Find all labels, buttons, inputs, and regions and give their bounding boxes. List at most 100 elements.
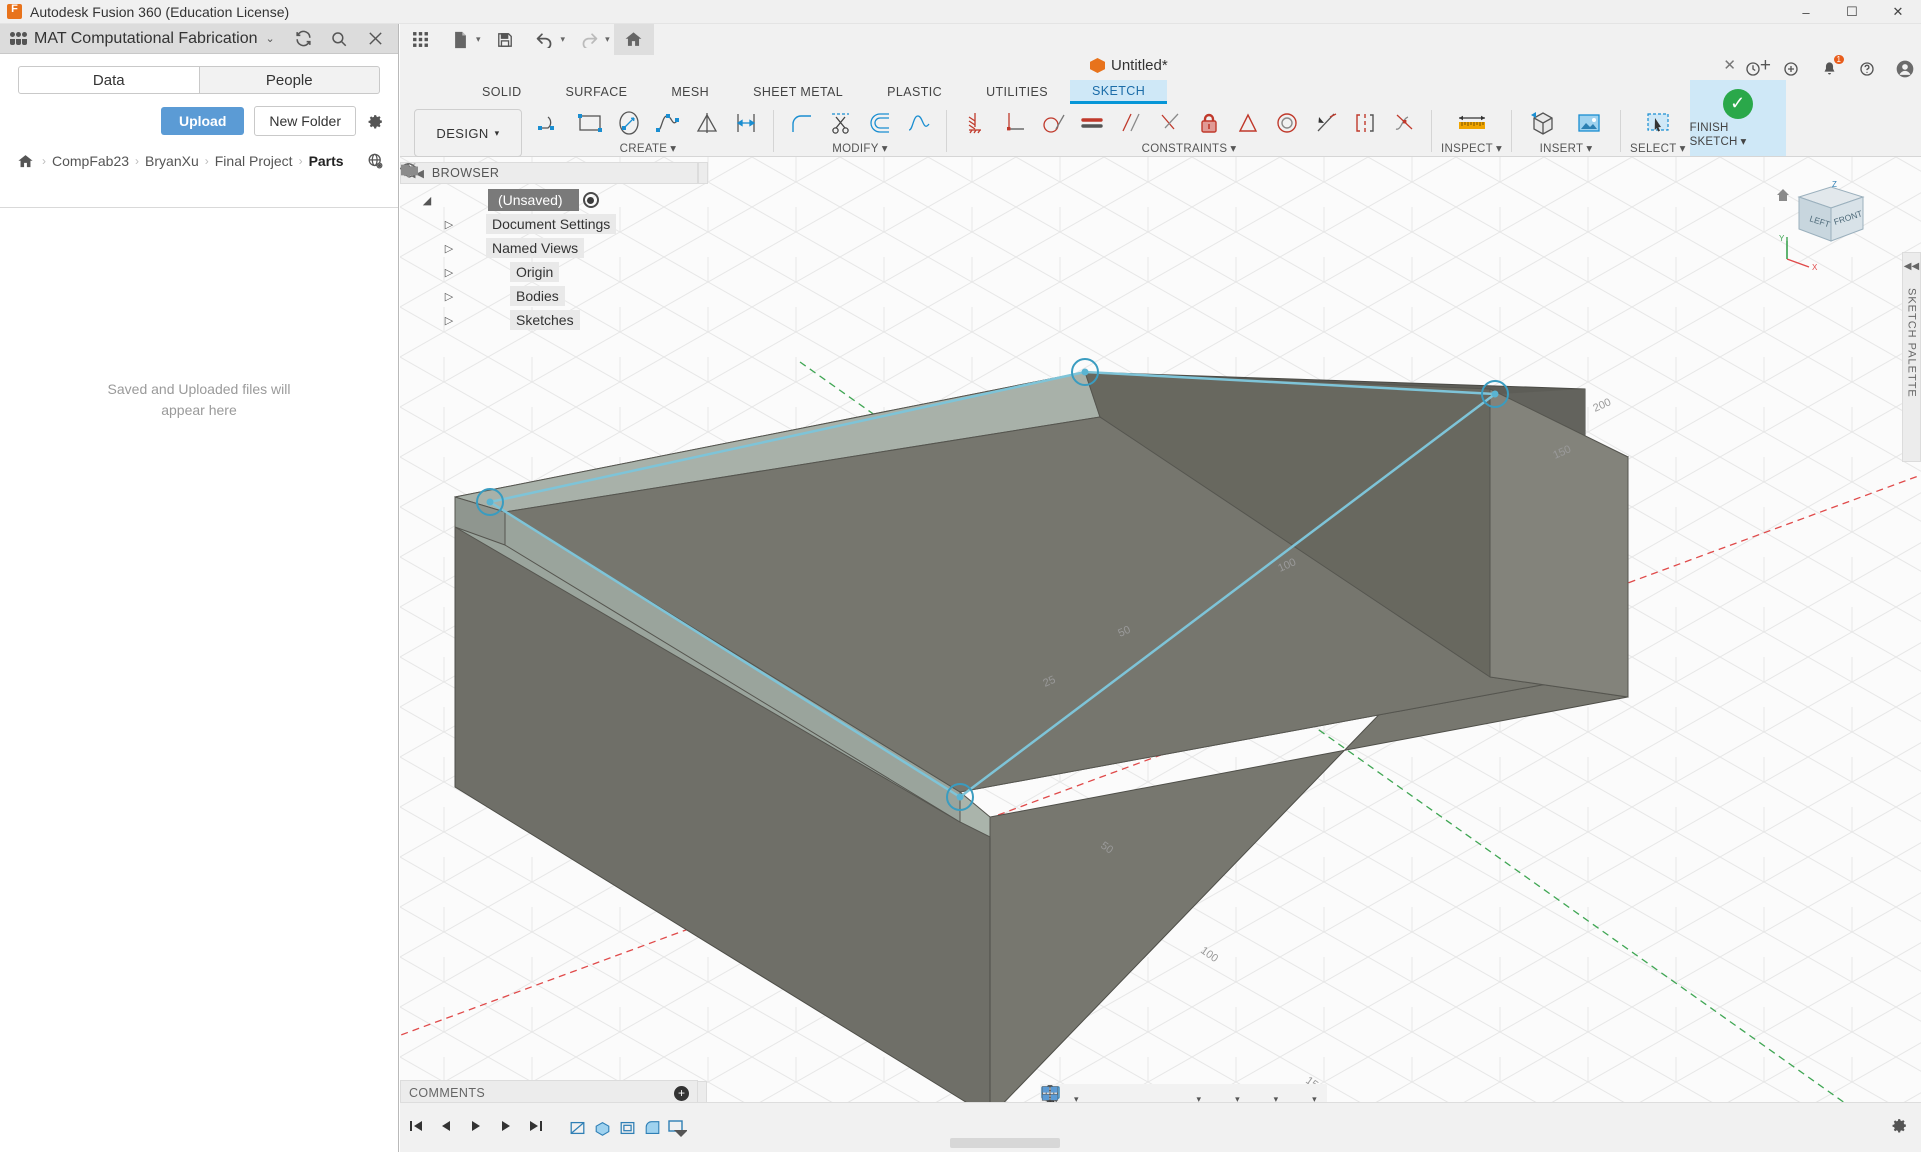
activate-component-toggle[interactable] — [583, 192, 599, 208]
timeline-scroll-track[interactable] — [950, 1138, 1060, 1148]
breadcrumb-item-bryanxu[interactable]: BryanXu — [145, 153, 199, 169]
shell-feature-icon[interactable] — [616, 1117, 638, 1139]
plus-circle-icon[interactable]: + — [674, 1086, 689, 1101]
symmetry-icon[interactable] — [1346, 105, 1383, 141]
new-file-button[interactable] — [440, 24, 480, 55]
play-icon[interactable] — [468, 1118, 484, 1138]
expander-icon[interactable]: ▷ — [438, 314, 460, 327]
curvature-icon[interactable] — [900, 105, 937, 141]
browser-node-bodies[interactable]: ▷ Bodies — [400, 284, 698, 308]
midpoint-icon[interactable] — [1229, 105, 1266, 141]
group-label-constraints[interactable]: CONSTRAINTS▾ — [1142, 141, 1237, 155]
sketch-palette-tab[interactable]: ◀◀ SKETCH PALETTE — [1902, 252, 1921, 462]
browser-node-named-views[interactable]: ▷ Named Views — [400, 236, 698, 260]
mirror-icon[interactable] — [688, 105, 725, 141]
show-data-panel-button[interactable] — [400, 24, 440, 55]
active-sketch-icon[interactable] — [666, 1117, 688, 1139]
group-label-create[interactable]: CREATE▾ — [620, 141, 677, 155]
curvature-constraint-icon[interactable] — [1385, 105, 1422, 141]
chevron-down-icon[interactable]: ⌄ — [266, 32, 275, 45]
dimension-icon[interactable] — [727, 105, 764, 141]
home-button[interactable] — [614, 24, 654, 55]
line-icon[interactable] — [532, 105, 569, 141]
expander-icon[interactable]: ▷ — [438, 266, 460, 279]
upload-button[interactable]: Upload — [161, 107, 244, 135]
ribbon-tab-sheet-metal[interactable]: SHEET METAL — [731, 80, 865, 104]
undo-button[interactable] — [525, 24, 565, 55]
tab-people[interactable]: People — [200, 66, 381, 94]
help-icon[interactable] — [1856, 58, 1878, 80]
browser-node-origin[interactable]: ▷ Origin — [400, 260, 698, 284]
insert-image-icon[interactable] — [1567, 105, 1611, 141]
sketch-feature-icon[interactable] — [566, 1117, 588, 1139]
new-folder-button[interactable]: New Folder — [254, 106, 356, 136]
ribbon-tab-plastic[interactable]: PLASTIC — [865, 80, 964, 104]
gear-icon[interactable] — [366, 111, 386, 131]
globe-icon[interactable] — [364, 150, 386, 172]
select-window-icon[interactable] — [1636, 105, 1680, 141]
ribbon-tab-surface[interactable]: SURFACE — [544, 80, 650, 104]
finish-sketch-button[interactable]: ✓ FINISH SKETCH▾ — [1690, 80, 1786, 156]
save-button[interactable] — [485, 24, 525, 55]
redo-button[interactable] — [569, 24, 609, 55]
spline-icon[interactable] — [649, 105, 686, 141]
3d-viewport[interactable]: 150 100 50 25 50 100 150 200 ◀◀ BROWSER — [400, 157, 1921, 1152]
coincident-icon[interactable] — [1307, 105, 1344, 141]
expander-icon[interactable]: ▷ — [438, 290, 460, 303]
fix-lock-icon[interactable] — [1190, 105, 1227, 141]
breadcrumb-item-final-project[interactable]: Final Project — [215, 153, 293, 169]
skip-start-icon[interactable] — [408, 1118, 424, 1138]
timeline-settings-gear-icon[interactable] — [1890, 1116, 1909, 1139]
ribbon-tab-solid[interactable]: SOLID — [460, 80, 544, 104]
parallel-icon[interactable] — [1112, 105, 1149, 141]
tab-data[interactable]: Data — [18, 66, 200, 94]
group-label-modify[interactable]: MODIFY▾ — [832, 141, 888, 155]
offset-icon[interactable] — [861, 105, 898, 141]
close-window-button[interactable]: ✕ — [1875, 0, 1921, 24]
step-back-icon[interactable] — [438, 1118, 454, 1138]
maximize-button[interactable]: ☐ — [1829, 0, 1875, 24]
job-status-icon[interactable] — [1742, 58, 1764, 80]
horizontal-vertical-icon[interactable] — [956, 105, 993, 141]
expander-icon[interactable]: ▷ — [438, 218, 460, 231]
insert-derive-icon[interactable] — [1521, 105, 1565, 141]
document-tab[interactable]: Untitled* — [1090, 57, 1168, 74]
trim-icon[interactable] — [822, 105, 859, 141]
close-data-panel-icon[interactable] — [364, 28, 386, 50]
group-label-select[interactable]: SELECT▾ — [1630, 141, 1686, 155]
refresh-icon[interactable] — [292, 28, 314, 50]
search-icon[interactable] — [328, 28, 350, 50]
view-cube[interactable]: LEFT FRONT Y X Z — [1769, 179, 1879, 279]
browser-node-sketches[interactable]: ▷ Sketches — [400, 308, 698, 332]
home-icon[interactable] — [14, 150, 36, 172]
ribbon-tab-mesh[interactable]: MESH — [649, 80, 731, 104]
account-icon[interactable] — [1894, 58, 1916, 80]
collapse-right-icon[interactable]: ◀◀ — [1904, 261, 1919, 272]
ribbon-tab-sketch[interactable]: SKETCH — [1070, 80, 1167, 104]
group-label-inspect[interactable]: INSPECT▾ — [1441, 141, 1502, 155]
fillet-icon[interactable] — [783, 105, 820, 141]
extrude-feature-icon[interactable] — [591, 1117, 613, 1139]
bell-icon[interactable]: 1 — [1818, 58, 1840, 80]
collinear-icon[interactable] — [1151, 105, 1188, 141]
fillet-feature-icon[interactable] — [641, 1117, 663, 1139]
minimize-button[interactable]: – — [1783, 0, 1829, 24]
workspace-selector[interactable]: DESIGN ▾ — [414, 109, 522, 157]
breadcrumb-item-parts[interactable]: Parts — [309, 153, 344, 169]
step-forward-icon[interactable] — [498, 1118, 514, 1138]
browser-node-document-settings[interactable]: ▷ Document Settings — [400, 212, 698, 236]
hub-name[interactable]: MAT Computational Fabrication — [34, 30, 258, 48]
breadcrumb-item-compfab23[interactable]: CompFab23 — [52, 153, 129, 169]
equal-icon[interactable] — [1073, 105, 1110, 141]
browser-resize-grip[interactable] — [698, 162, 708, 184]
rectangle-icon[interactable] — [571, 105, 608, 141]
circle-icon[interactable] — [610, 105, 647, 141]
concentric-icon[interactable] — [1268, 105, 1305, 141]
expander-icon[interactable]: ▷ — [438, 242, 460, 255]
tangent-icon[interactable] — [1034, 105, 1071, 141]
ribbon-tab-utilities[interactable]: UTILITIES — [964, 80, 1070, 104]
skip-end-icon[interactable] — [528, 1118, 544, 1138]
extensions-icon[interactable] — [1780, 58, 1802, 80]
measure-ruler-icon[interactable] — [1450, 105, 1494, 141]
expander-icon[interactable]: ◢ — [416, 194, 438, 207]
